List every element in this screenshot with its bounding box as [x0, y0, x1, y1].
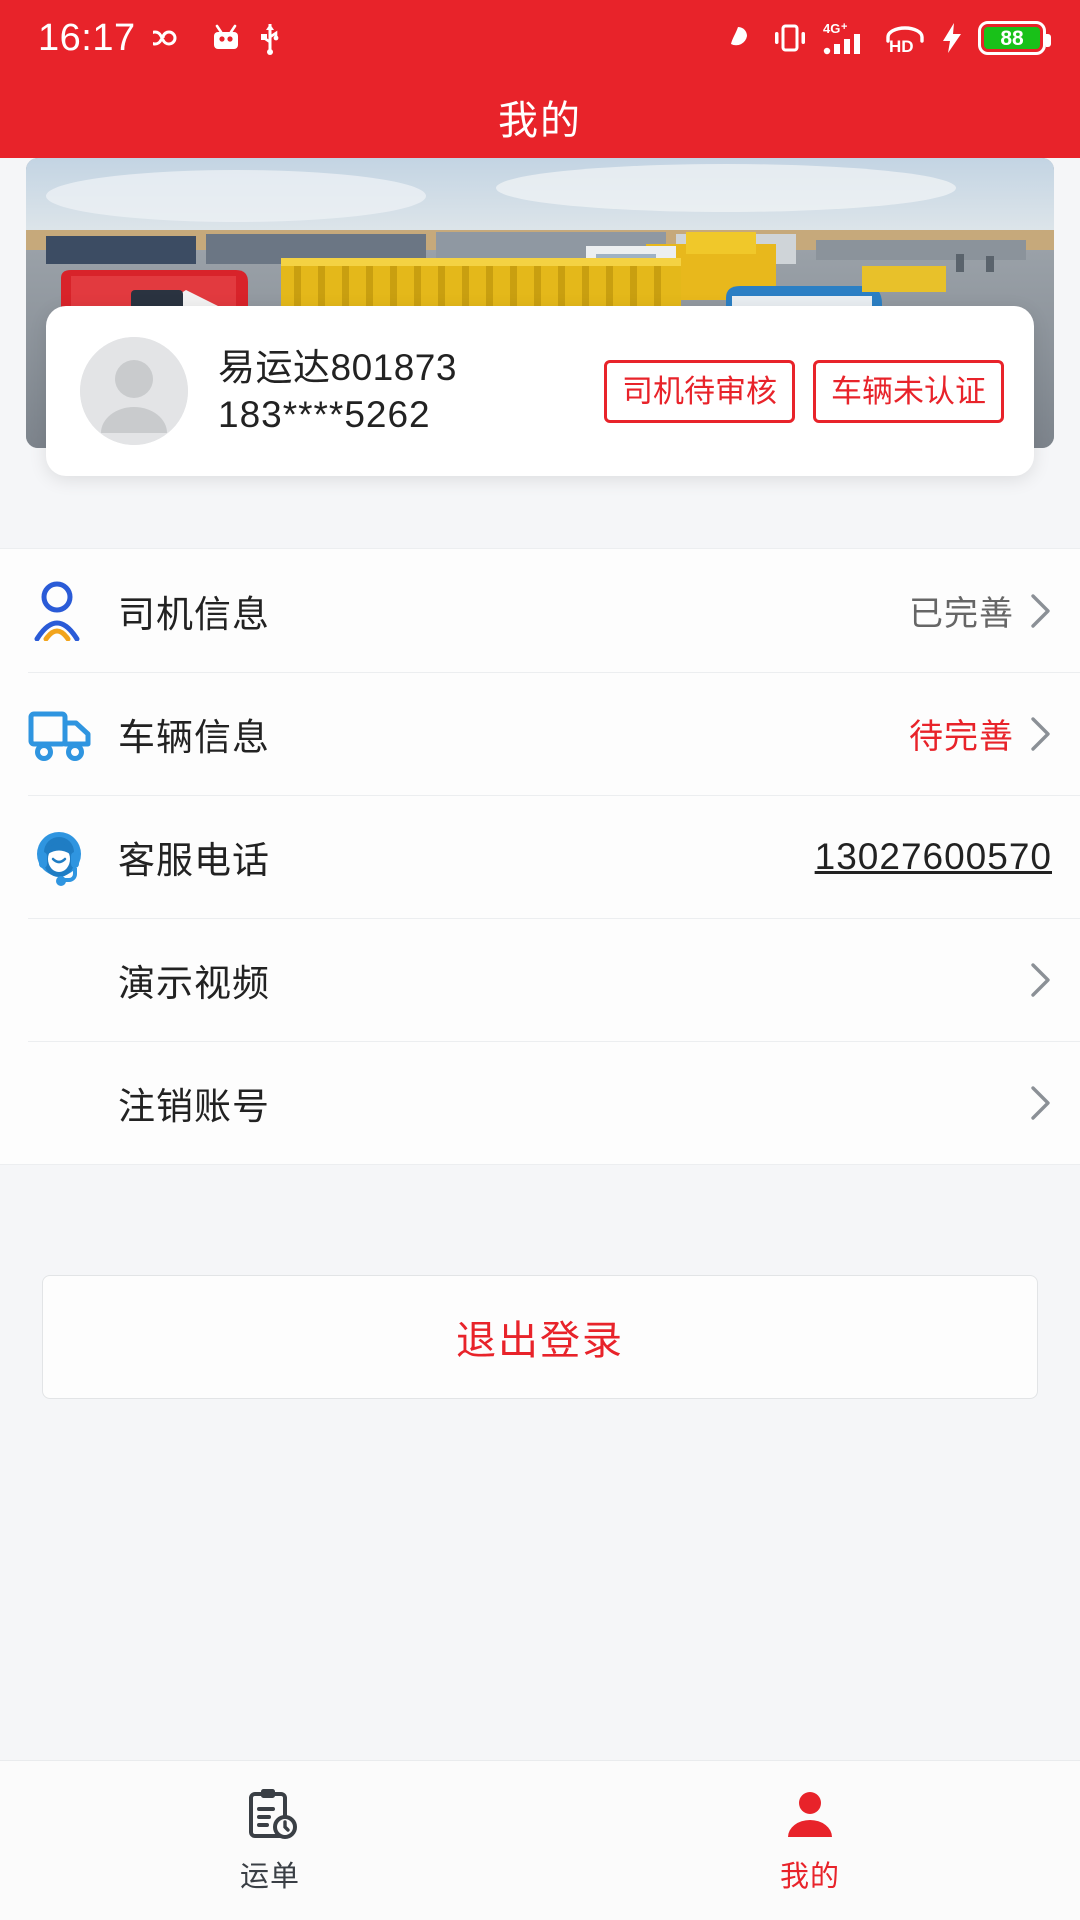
svg-text:HD: HD: [889, 37, 914, 55]
chevron-right-icon: [1031, 593, 1050, 628]
tab-label: 我的: [779, 1860, 840, 1893]
truck-icon: [28, 706, 100, 762]
profile-badges: 司机待审核 车辆未认证: [604, 359, 1004, 423]
battery-indicator: 88: [978, 21, 1051, 55]
waybill-clipboard-icon: [249, 1788, 297, 1839]
status-bar-left: 16:17: [38, 19, 281, 57]
chevron-right-icon: [1031, 1085, 1050, 1120]
page-title: 我的: [498, 99, 582, 143]
logout-container: 退出登录: [0, 1275, 1080, 1399]
menu-item-right: [1030, 962, 1052, 998]
status-badge-vehicle[interactable]: 车辆未认证: [813, 359, 1004, 423]
silent-mode-icon: [725, 22, 757, 54]
chevron-right-icon: [1031, 716, 1050, 751]
android-robot-icon: [210, 24, 242, 52]
menu-item-value: 待完善: [909, 718, 1014, 756]
logout-button[interactable]: 退出登录: [42, 1275, 1038, 1399]
bottom-navigation: 运单 我的: [0, 1760, 1080, 1920]
svg-text:+: +: [841, 21, 847, 33]
menu-item-label: 客服电话: [118, 839, 270, 881]
menu-item-right: 已完善: [909, 586, 1052, 635]
battery-level-text: 88: [984, 27, 1040, 49]
avatar: [80, 337, 188, 445]
menu-item-label: 司机信息: [118, 593, 270, 635]
tab-label: 运单: [239, 1860, 300, 1893]
menu-item-vehicle-info[interactable]: 车辆信息 待完善: [0, 672, 1080, 795]
menu-item-delete-account[interactable]: 注销账号: [0, 1041, 1080, 1164]
menu-item-label: 注销账号: [118, 1085, 270, 1127]
menu-item-right: 13027600570: [815, 836, 1052, 878]
usb-icon: [259, 21, 281, 55]
menu-item-label: 演示视频: [118, 962, 270, 1004]
menu-item-value: 已完善: [909, 595, 1014, 633]
default-avatar-icon: [80, 337, 188, 445]
menu-item-right: 待完善: [909, 709, 1052, 758]
profile-name: 易运达801873: [218, 346, 457, 388]
status-bar: 16:17 4G + HD 88: [0, 0, 1080, 76]
customer-service-phone-number[interactable]: 13027600570: [815, 836, 1052, 878]
profile-person-icon: [788, 1791, 832, 1837]
hd-voice-icon: HD: [884, 21, 926, 55]
status-bar-clock: 16:17: [38, 17, 136, 59]
app-root: 16:17 4G + HD 88 我的 易运达801873 183****526…: [0, 0, 1080, 1920]
tab-profile[interactable]: 我的: [540, 1761, 1080, 1920]
tab-waybill[interactable]: 运单: [0, 1761, 540, 1920]
menu-item-right: [1030, 1085, 1052, 1121]
status-bar-right: 4G + HD 88: [725, 20, 1051, 56]
page-content: 易运达801873 183****5262 司机待审核 车辆未认证 司机信息 已…: [0, 158, 1080, 1760]
signal-4g-plus-icon: 4G +: [823, 20, 869, 56]
charging-bolt-icon: [941, 22, 963, 54]
driver-person-icon: [28, 581, 100, 641]
status-badge-driver[interactable]: 司机待审核: [604, 359, 795, 423]
menu-item-driver-info[interactable]: 司机信息 已完善: [0, 549, 1080, 672]
profile-info: 易运达801873 183****5262: [218, 344, 457, 439]
profile-phone: 183****5262: [218, 394, 431, 435]
page-header: 我的: [0, 76, 1080, 158]
profile-card[interactable]: 易运达801873 183****5262 司机待审核 车辆未认证: [46, 306, 1034, 476]
menu-item-customer-service[interactable]: 客服电话 13027600570: [0, 795, 1080, 918]
infinity-icon: [152, 25, 193, 51]
menu-list: 司机信息 已完善 车辆信息 待完善 客服电话 13027600570 演示视频 …: [0, 548, 1080, 1165]
vibrate-icon: [772, 22, 808, 54]
menu-item-demo-video[interactable]: 演示视频: [0, 918, 1080, 1041]
menu-item-label: 车辆信息: [118, 716, 270, 758]
chevron-right-icon: [1031, 962, 1050, 997]
customer-service-icon: [28, 826, 100, 888]
svg-text:4G: 4G: [823, 21, 840, 36]
